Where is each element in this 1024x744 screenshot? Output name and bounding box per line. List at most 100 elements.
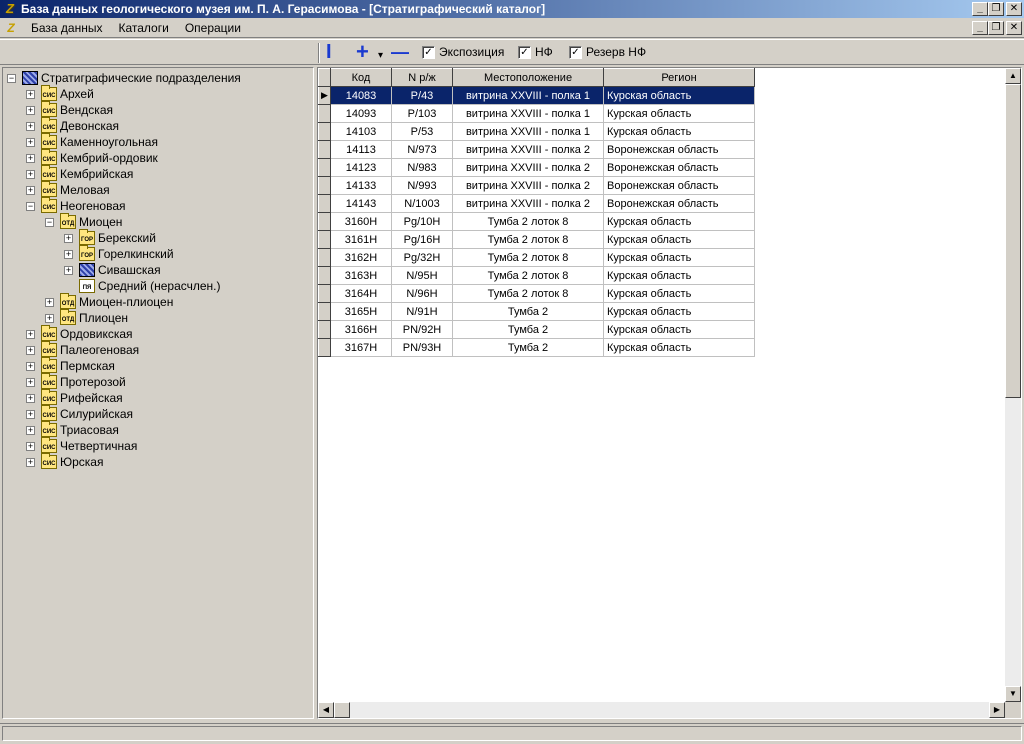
- tree-node[interactable]: + СИС Каменноугольная: [26, 133, 158, 150]
- row-indicator[interactable]: [318, 284, 331, 303]
- table-row[interactable]: 3162Н Pg/32Н Тумба 2 лоток 8 Курская област…: [318, 248, 755, 267]
- exposition-checkbox[interactable]: ✓ Экспозиция: [422, 45, 504, 59]
- cell-number[interactable]: Р/43: [391, 86, 453, 105]
- cell-location[interactable]: витрина XXVIII - полка 2: [452, 158, 604, 177]
- expand-icon[interactable]: +: [26, 153, 35, 163]
- cell-number[interactable]: N/96Н: [391, 284, 453, 303]
- scroll-right-button[interactable]: ▶: [989, 702, 1005, 718]
- cell-number[interactable]: Pg/32Н: [391, 248, 453, 267]
- cell-number[interactable]: PN/93Н: [391, 338, 453, 357]
- cell-number[interactable]: N/95Н: [391, 266, 453, 285]
- cell-region[interactable]: Курская область: [603, 320, 755, 339]
- collapse-icon[interactable]: −: [7, 73, 16, 83]
- tree-node[interactable]: + СИС Вендская: [26, 101, 113, 118]
- cell-number[interactable]: Pg/10Н: [391, 212, 453, 231]
- expand-icon[interactable]: +: [64, 233, 73, 243]
- cell-region[interactable]: Курская область: [603, 266, 755, 285]
- expand-icon[interactable]: +: [64, 265, 73, 275]
- table-row[interactable]: 3161Н Pg/16Н Тумба 2 лоток 8 Курская област…: [318, 230, 755, 249]
- expand-icon[interactable]: +: [26, 89, 35, 99]
- remove-icon[interactable]: —: [391, 42, 409, 62]
- table-row[interactable]: 3163Н N/95Н Тумба 2 лоток 8 Курская область: [318, 266, 755, 285]
- cell-location[interactable]: Тумба 2 лоток 8: [452, 266, 604, 285]
- row-indicator[interactable]: [318, 248, 331, 267]
- tree-node[interactable]: + СИС Триасовая: [26, 421, 119, 438]
- cell-number[interactable]: Р/103: [391, 104, 453, 123]
- add-icon[interactable]: +: [356, 41, 369, 63]
- row-indicator[interactable]: [318, 212, 331, 231]
- expand-icon[interactable]: +: [26, 137, 35, 147]
- row-indicator[interactable]: [318, 302, 331, 321]
- cell-region[interactable]: Воронежская область: [603, 140, 755, 159]
- tree-node[interactable]: + СИС Юрская: [26, 453, 103, 470]
- collapse-icon[interactable]: −: [26, 201, 35, 211]
- vertical-scroll-thumb[interactable]: [1005, 84, 1021, 398]
- table-row[interactable]: 14113 N/973 витрина XXVIII - полка 2 Вороне…: [318, 140, 755, 159]
- cell-number[interactable]: PN/92Н: [391, 320, 453, 339]
- cell-region[interactable]: Курская область: [603, 248, 755, 267]
- menu-database[interactable]: База данных: [23, 21, 110, 35]
- cell-location[interactable]: Тумба 2 лоток 8: [452, 284, 604, 303]
- child-close-button[interactable]: ✕: [1006, 21, 1022, 35]
- title-bar[interactable]: Z База данных геологического музея им. П…: [0, 0, 1024, 18]
- tree-node[interactable]: + СИС Силурийская: [26, 405, 133, 422]
- cell-code[interactable]: 3165Н: [330, 302, 392, 321]
- table-row[interactable]: ▶ 14083 Р/43 витрина XXVIII - полка 1 Курска…: [318, 86, 755, 105]
- column-header-number[interactable]: N р/ж: [391, 68, 453, 87]
- cell-location[interactable]: Тумба 2: [452, 338, 604, 357]
- cell-location[interactable]: витрина XXVIII - полка 1: [452, 104, 604, 123]
- table-row[interactable]: 14123 N/983 витрина XXVIII - полка 2 Вороне…: [318, 158, 755, 177]
- cell-number[interactable]: N/983: [391, 158, 453, 177]
- expand-icon[interactable]: +: [45, 313, 54, 323]
- cell-location[interactable]: Тумба 2: [452, 302, 604, 321]
- tree-node[interactable]: − ОТД Миоцен: [45, 213, 122, 230]
- row-indicator[interactable]: [318, 122, 331, 141]
- reserve-nf-checkbox[interactable]: ✓ Резерв НФ: [569, 45, 646, 59]
- row-indicator[interactable]: [318, 140, 331, 159]
- cell-code[interactable]: 14083: [330, 86, 392, 105]
- cell-location[interactable]: витрина XXVIII - полка 2: [452, 176, 604, 195]
- row-indicator[interactable]: [318, 158, 331, 177]
- scroll-up-button[interactable]: ▲: [1005, 68, 1021, 84]
- cell-location[interactable]: витрина XXVIII - полка 2: [452, 194, 604, 213]
- cell-region[interactable]: Воронежская область: [603, 158, 755, 177]
- expand-icon[interactable]: +: [26, 169, 35, 179]
- expand-icon[interactable]: +: [45, 297, 54, 307]
- cell-code[interactable]: 14103: [330, 122, 392, 141]
- close-button[interactable]: ✕: [1006, 2, 1022, 16]
- tree-node[interactable]: + СИС Архей: [26, 85, 94, 102]
- cell-code[interactable]: 14143: [330, 194, 392, 213]
- catalog-grid[interactable]: Код N р/ж Местоположение Регион ▶ 14083 Р/…: [317, 67, 1022, 719]
- cell-region[interactable]: Курская область: [603, 122, 755, 141]
- table-row[interactable]: 3160Н Pg/10Н Тумба 2 лоток 8 Курская област…: [318, 212, 755, 231]
- cell-location[interactable]: витрина XXVIII - полка 1: [452, 122, 604, 141]
- expand-icon[interactable]: +: [26, 105, 35, 115]
- row-indicator[interactable]: [318, 266, 331, 285]
- tree-node[interactable]: + СИС Ордовикская: [26, 325, 133, 342]
- cell-number[interactable]: Pg/16Н: [391, 230, 453, 249]
- row-indicator[interactable]: [318, 194, 331, 213]
- cell-code[interactable]: 3163Н: [330, 266, 392, 285]
- table-row[interactable]: 3166Н PN/92Н Тумба 2 Курская область: [318, 320, 755, 339]
- tree-node[interactable]: + ОТД Миоцен-плиоцен: [45, 293, 173, 310]
- column-header-location[interactable]: Местоположение: [452, 68, 604, 87]
- cell-region[interactable]: Курская область: [603, 302, 755, 321]
- expand-icon[interactable]: +: [26, 329, 35, 339]
- tree-node[interactable]: + ОТД Плиоцен: [45, 309, 128, 326]
- cell-code[interactable]: 3167Н: [330, 338, 392, 357]
- tree-node[interactable]: + СИС Пермская: [26, 357, 115, 374]
- cell-region[interactable]: Воронежская область: [603, 194, 755, 213]
- cell-number[interactable]: N/973: [391, 140, 453, 159]
- table-row[interactable]: 14093 Р/103 витрина XXVIII - полка 1 Курска…: [318, 104, 755, 123]
- scroll-down-button[interactable]: ▼: [1005, 686, 1021, 702]
- cell-region[interactable]: Курская область: [603, 230, 755, 249]
- table-row[interactable]: 14143 N/1003 витрина XXVIII - полка 2 Ворон…: [318, 194, 755, 213]
- expand-icon[interactable]: +: [26, 345, 35, 355]
- expand-icon[interactable]: +: [26, 377, 35, 387]
- cell-location[interactable]: Тумба 2 лоток 8: [452, 230, 604, 249]
- menu-catalogs[interactable]: Каталоги: [110, 21, 176, 35]
- tree-node[interactable]: + ГОР Горелкинский: [64, 245, 174, 262]
- mdi-child-icon[interactable]: Z: [3, 20, 19, 36]
- cell-code[interactable]: 3162Н: [330, 248, 392, 267]
- tree-node[interactable]: + СИС Девонская: [26, 117, 119, 134]
